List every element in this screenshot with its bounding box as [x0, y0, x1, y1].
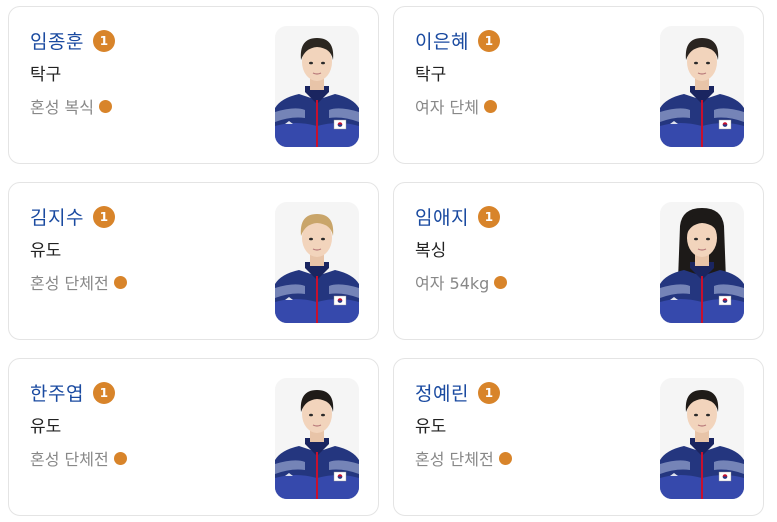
event-label: 여자 단체 [415, 98, 479, 117]
athlete-photo [660, 26, 744, 147]
athlete-name[interactable]: 임종훈 [30, 27, 84, 54]
bronze-medal-icon [98, 99, 112, 113]
medalist-grid: 임종훈 1 탁구 혼성 복식 이은혜 1 탁구 여자 단체 김지수 1 유도 혼… [0, 0, 777, 522]
sport-label: 유도 [30, 417, 62, 437]
medal-count-badge: 1 [477, 381, 500, 404]
bronze-medal-icon [113, 451, 127, 465]
athlete-photo [660, 378, 744, 499]
event-label: 혼성 단체전 [30, 274, 109, 293]
athlete-portrait-image [660, 26, 744, 147]
athlete-name[interactable]: 정예린 [415, 379, 469, 406]
name-row: 정예린 1 [415, 379, 500, 406]
athlete-photo [660, 202, 744, 323]
name-row: 한주엽 1 [30, 379, 115, 406]
athlete-card[interactable]: 한주엽 1 유도 혼성 단체전 [8, 358, 379, 516]
sport-label: 탁구 [30, 65, 62, 85]
event-label: 여자 54kg [415, 274, 490, 293]
event-label: 혼성 단체전 [415, 450, 494, 469]
athlete-portrait-image [275, 26, 359, 147]
athlete-card[interactable]: 정예린 1 유도 혼성 단체전 [393, 358, 764, 516]
name-row: 임애지 1 [415, 203, 500, 230]
event-row: 혼성 단체전 [30, 270, 127, 294]
athlete-name[interactable]: 이은혜 [415, 27, 469, 54]
name-row: 이은혜 1 [415, 27, 500, 54]
athlete-name[interactable]: 임애지 [415, 203, 469, 230]
medal-count-badge: 1 [92, 381, 115, 404]
bronze-medal-icon [498, 451, 512, 465]
event-row: 혼성 단체전 [415, 446, 512, 470]
event-label: 혼성 단체전 [30, 450, 109, 469]
athlete-card[interactable]: 임종훈 1 탁구 혼성 복식 [8, 6, 379, 164]
sport-label: 탁구 [415, 65, 447, 85]
sport-label: 복싱 [415, 241, 447, 261]
athlete-portrait-image [660, 378, 744, 499]
athlete-photo [275, 26, 359, 147]
bronze-medal-icon [483, 99, 497, 113]
event-row: 여자 단체 [415, 94, 497, 118]
event-row: 혼성 복식 [30, 94, 112, 118]
athlete-portrait-image [660, 202, 744, 323]
event-label: 혼성 복식 [30, 98, 94, 117]
athlete-card[interactable]: 김지수 1 유도 혼성 단체전 [8, 182, 379, 340]
athlete-name[interactable]: 김지수 [30, 203, 84, 230]
name-row: 임종훈 1 [30, 27, 115, 54]
event-row: 여자 54kg [415, 270, 508, 294]
bronze-medal-icon [494, 275, 508, 289]
bronze-medal-icon [113, 275, 127, 289]
sport-label: 유도 [30, 241, 62, 261]
athlete-card[interactable]: 이은혜 1 탁구 여자 단체 [393, 6, 764, 164]
athlete-photo [275, 378, 359, 499]
athlete-name[interactable]: 한주엽 [30, 379, 84, 406]
athlete-portrait-image [275, 378, 359, 499]
medal-count-badge: 1 [92, 29, 115, 52]
event-row: 혼성 단체전 [30, 446, 127, 470]
athlete-portrait-image [275, 202, 359, 323]
medal-count-badge: 1 [477, 205, 500, 228]
medal-count-badge: 1 [92, 205, 115, 228]
sport-label: 유도 [415, 417, 447, 437]
medal-count-badge: 1 [477, 29, 500, 52]
athlete-card[interactable]: 임애지 1 복싱 여자 54kg [393, 182, 764, 340]
name-row: 김지수 1 [30, 203, 115, 230]
athlete-photo [275, 202, 359, 323]
